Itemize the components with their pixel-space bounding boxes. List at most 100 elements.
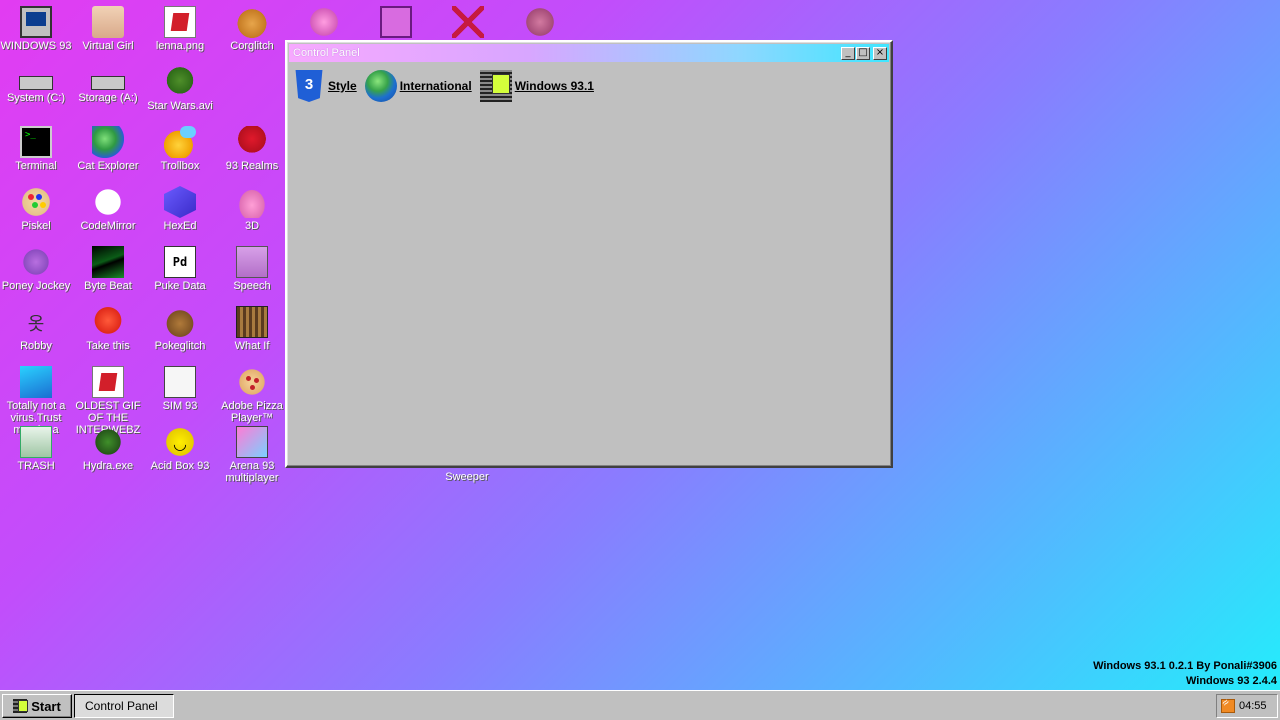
cp-item-label[interactable]: Style [328,79,357,93]
desktop-icon-label: Adobe Pizza Player™ [221,400,283,424]
corgi-icon [236,6,268,38]
mushroom-icon [236,126,268,158]
pony-icon [20,246,52,278]
pokemon-icon [164,306,196,338]
windows93-logo-icon [13,699,29,713]
desktop-icon-terminal[interactable]: Terminal [0,122,72,172]
cp-item-label[interactable]: International [400,79,472,93]
desktop-icon-ogre[interactable] [504,2,576,40]
smiley-icon [164,426,196,458]
desktop-icon-lenna[interactable]: lenna.png [144,2,216,52]
cat-icon [92,186,124,218]
desktop-icon-puke-data[interactable]: Pd Puke Data [144,242,216,292]
desktop-icon-robot-pink[interactable] [288,2,360,40]
rss-icon[interactable] [1221,699,1235,713]
desktop-icon-label: Arena 93 multiplayer [225,460,279,484]
desktop-icon-label: 93 Realms [225,160,279,172]
desktop-icon-label: Trollbox [160,160,200,172]
desktop-icon-93-realms[interactable]: 93 Realms [216,122,288,172]
desktop-icon-trollbox[interactable]: Trollbox [144,122,216,172]
version-line-1: Windows 93.1 0.2.1 By Ponali#3906 [1093,660,1277,672]
desktop-icon-star-wars[interactable]: Star Wars.avi [144,62,216,112]
maximize-button[interactable]: □ [856,46,870,60]
desktop-icon-label: Virtual Girl [82,40,134,52]
desktop-icon-label: Robby [20,340,52,352]
ogre-icon [524,6,556,38]
whatif-icon [236,306,268,338]
desktop-icon-label: HexEd [163,220,197,232]
minimize-button[interactable]: _ [841,46,855,60]
window-titlebar[interactable]: Control Panel _ □ × [289,44,889,62]
desktop-icon-system-c[interactable]: System (C:) [0,62,72,104]
desktop-icon-arena93[interactable]: Arena 93 multiplayer [216,422,288,484]
desktop-icon-what-if[interactable]: What If [216,302,288,352]
desktop-icon-trash[interactable]: TRASH [0,422,72,472]
desktop-icon-cat-explorer[interactable]: Cat Explorer [72,122,144,172]
desktop-icon-hydra[interactable]: Hydra.exe [72,422,144,472]
desktop-icon-virtual-girl[interactable]: Virtual Girl [72,2,144,52]
desktop-icon-label-sweeper[interactable]: Sweeper [431,471,503,483]
cp-item-windows93[interactable]: Windows 93.1 [479,70,594,102]
desktop-icon-3d[interactable]: 3D [216,182,288,232]
desktop-icon-label: TRASH [17,460,55,472]
mario-icon [92,306,124,338]
desktop-icon-poney-jockey[interactable]: Poney Jockey [0,242,72,292]
yoda-icon [164,66,196,98]
floppy-drive-icon [91,76,125,90]
chat-icon [164,126,196,158]
desktop-icon-label: Star Wars.avi [147,100,213,112]
taskbar-item-control-panel[interactable]: Control Panel [74,694,174,718]
desktop-icon-pokeglitch[interactable]: Pokeglitch [144,302,216,352]
desktop-icon-hexed[interactable]: HexEd [144,182,216,232]
desktop-icon-windows93[interactable]: WINDOWS 93 [0,2,72,52]
desktop-icon-acid-box[interactable]: Acid Box 93 [144,422,216,472]
stickman-icon [20,306,52,338]
start-label: Start [31,698,61,714]
cp-item-style[interactable]: Style [293,70,357,102]
start-button[interactable]: Start [2,694,72,718]
desktop-icon-label: Take this [86,340,130,352]
desktop-icon-label: Puke Data [154,280,206,292]
close-button[interactable]: × [873,46,887,60]
globe-cat-icon [92,126,124,158]
desktop-icon-label: Piskel [21,220,51,232]
desktop-icon-storage-a[interactable]: Storage (A:) [72,62,144,104]
pizza-icon [236,366,268,398]
desktop-icon-sim93[interactable]: SIM 93 [144,362,216,412]
desktop-icon-piskel[interactable]: Piskel [0,182,72,232]
desktop-icon-codemirror[interactable]: CodeMirror [72,182,144,232]
css3-icon [295,70,323,102]
hex-cube-icon [164,186,196,218]
robot-tv-icon [380,6,412,38]
desktop-icon-take-this[interactable]: Take this [72,302,144,352]
hard-drive-icon [19,76,53,90]
cp-item-international[interactable]: International [364,70,472,102]
desktop-icon-adobe-pizza[interactable]: Adobe Pizza Player™ [216,362,288,424]
desktop-icon-label: Pokeglitch [154,340,206,352]
cp-item-label[interactable]: Windows 93.1 [515,79,594,93]
pd-icon: Pd [164,246,196,278]
desktop-icon-label: Poney Jockey [1,280,71,292]
mouth-icon [236,246,268,278]
desktop-icon-robby[interactable]: Robby [0,302,72,352]
desktop-icon-crossed[interactable] [432,2,504,40]
book-icon [164,366,196,398]
desktop-icon-speech[interactable]: Speech [216,242,288,292]
window-buttons: _ □ × [841,46,889,60]
control-panel-items: Style International Windows 93.1 [287,64,891,108]
desktop-icon-label: Terminal [15,160,57,172]
desktop-icon-robot-tv[interactable] [360,2,432,40]
earth-icon [364,70,397,102]
desktop-icon-corglitch[interactable]: Corglitch [216,2,288,52]
bytebeat-icon [92,246,124,278]
crossed-swords-icon [452,6,484,38]
desktop-icon-label: System (C:) [6,92,66,104]
version-line-2: Windows 93 2.4.4 [1186,675,1277,687]
desktop-icon-label: Hydra.exe [82,460,134,472]
desktop-icon-label: 3D [244,220,260,232]
desktop-icon-label: Cat Explorer [77,160,139,172]
desktop-icon-byte-beat[interactable]: Byte Beat [72,242,144,292]
desktop-icon-label: WINDOWS 93 [0,40,72,52]
desktop-icon-label: What If [234,340,270,352]
system-tray: 04:55 [1216,694,1278,718]
